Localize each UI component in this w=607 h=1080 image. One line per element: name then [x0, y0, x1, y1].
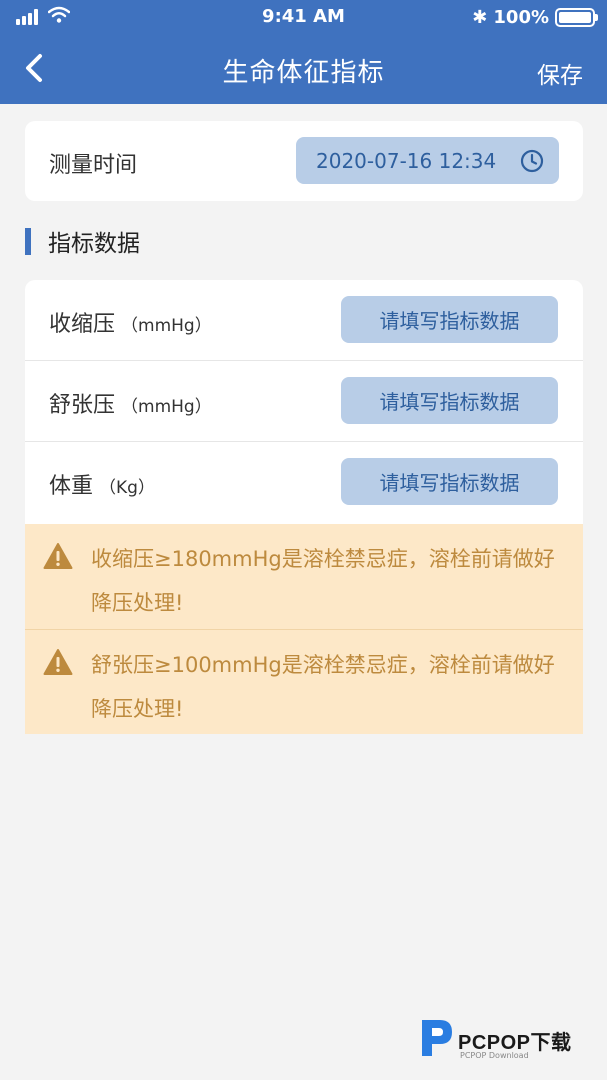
warning-text: 舒张压≥100mmHg是溶栓禁忌症，溶栓前请做好降压处理!	[91, 653, 555, 721]
indicator-label: 舒张压 （mmHg）	[49, 387, 212, 419]
indicator-name: 舒张压	[49, 393, 116, 418]
indicator-list: 收缩压 （mmHg） 请填写指标数据 舒张压 （mmHg） 请填写指标数据 体重 （K…	[25, 280, 583, 524]
indicator-unit: （mmHg）	[121, 397, 212, 417]
fill-weight-button[interactable]: 请填写指标数据	[341, 458, 558, 505]
warning-icon	[43, 543, 73, 569]
indicator-label: 体重 （Kg）	[49, 468, 155, 500]
section-title: 指标数据	[25, 226, 140, 257]
status-bar: 9:41 AM ✱ 100%	[0, 0, 607, 34]
warning-item: 舒张压≥100mmHg是溶栓禁忌症，溶栓前请做好降压处理!	[25, 629, 583, 734]
measure-time-label: 测量时间	[49, 153, 138, 178]
indicator-row-systolic: 收缩压 （mmHg） 请填写指标数据	[25, 280, 583, 361]
save-button[interactable]: 保存	[537, 56, 583, 90]
warning-item: 收缩压≥180mmHg是溶栓禁忌症，溶栓前请做好降压处理!	[25, 524, 583, 629]
indicator-label: 收缩压 （mmHg）	[49, 306, 212, 338]
indicator-name: 收缩压	[49, 312, 116, 337]
warning-panel: 收缩压≥180mmHg是溶栓禁忌症，溶栓前请做好降压处理! 舒张压≥100mmH…	[25, 524, 583, 734]
page-title: 生命体征指标	[222, 58, 385, 88]
indicator-row-weight: 体重 （Kg） 请填写指标数据	[25, 442, 583, 523]
section-accent-bar	[25, 227, 31, 255]
pcpop-logo-icon	[422, 1020, 452, 1056]
measure-time-picker[interactable]: 2020-07-16 12:34	[296, 137, 559, 184]
status-right: ✱ 100%	[472, 6, 598, 28]
measure-time-value: 2020-07-16 12:34	[316, 148, 497, 173]
battery-percent: 100%	[493, 6, 549, 28]
fill-systolic-button[interactable]: 请填写指标数据	[341, 296, 558, 343]
clock-icon	[520, 149, 544, 173]
bluetooth-icon: ✱	[472, 6, 488, 28]
indicator-unit: （Kg）	[99, 478, 155, 498]
section-title-text: 指标数据	[48, 231, 140, 257]
indicator-row-diastolic: 舒张压 （mmHg） 请填写指标数据	[25, 361, 583, 442]
measure-time-card: 测量时间 2020-07-16 12:34	[25, 121, 583, 201]
watermark-sub: PCPOP Download	[460, 1051, 529, 1060]
indicator-unit: （mmHg）	[121, 316, 212, 336]
indicator-name: 体重	[49, 474, 94, 499]
warning-icon	[43, 649, 73, 675]
app-header: 9:41 AM ✱ 100% 生命体征指标 保存	[0, 0, 607, 104]
watermark: PCPOP下载 PCPOP Download	[412, 1010, 602, 1065]
warning-text: 收缩压≥180mmHg是溶栓禁忌症，溶栓前请做好降压处理!	[91, 547, 555, 615]
battery-icon	[555, 7, 598, 27]
fill-diastolic-button[interactable]: 请填写指标数据	[341, 377, 558, 424]
